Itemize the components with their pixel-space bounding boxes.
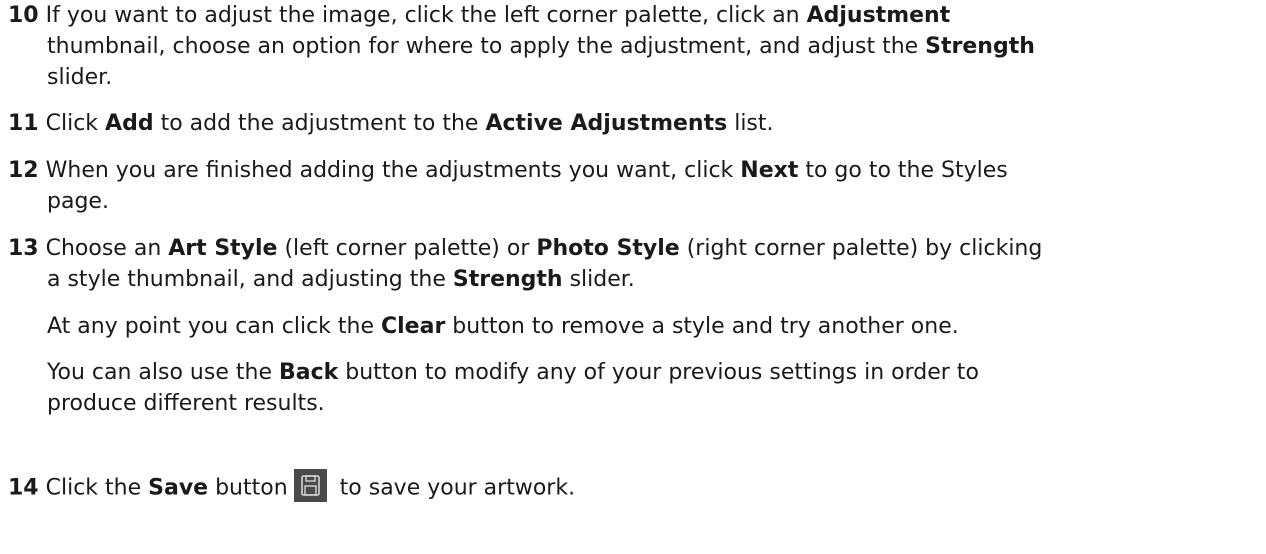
step-number: 13 bbox=[8, 236, 39, 261]
step-text: When you are finished adding the adjustm… bbox=[38, 158, 741, 183]
note-text: produce different results. bbox=[47, 391, 325, 416]
note-text: button to modify any of your previous se… bbox=[338, 360, 979, 385]
note-text: You can also use the bbox=[47, 360, 279, 385]
step-text: to add the adjustment to the bbox=[153, 111, 486, 136]
step-12: 12 When you are finished adding the adju… bbox=[8, 155, 1258, 217]
note-back: You can also use the Back button to modi… bbox=[47, 357, 1257, 419]
term-back: Back bbox=[278, 360, 339, 385]
step-continuation: a style thumbnail, and adjusting the Str… bbox=[8, 264, 1258, 295]
term-save: Save bbox=[148, 475, 209, 501]
step-number: 12 bbox=[8, 158, 39, 183]
step-text: (left corner palette) or bbox=[277, 236, 537, 261]
term-next: Next bbox=[740, 158, 799, 183]
step-13: 13 Choose an Art Style (left corner pale… bbox=[8, 233, 1258, 295]
step-continuation: slider. bbox=[8, 62, 1258, 93]
term-strength: Strength bbox=[452, 267, 563, 292]
step-continuation: thumbnail, choose an option for where to… bbox=[8, 31, 1258, 62]
step-text: a style thumbnail, and adjusting the bbox=[47, 267, 453, 292]
step-14: 14 Click the Save button to save your ar… bbox=[8, 469, 1258, 505]
step-text: page. bbox=[47, 189, 109, 214]
term-add: Add bbox=[105, 111, 154, 136]
note-clear: At any point you can click the Clear but… bbox=[47, 311, 1257, 342]
step-text: Click the bbox=[38, 475, 149, 501]
step-text: list. bbox=[727, 111, 774, 136]
term-art-style: Art Style bbox=[168, 236, 278, 261]
step-text: slider. bbox=[47, 65, 113, 90]
step-number: 14 bbox=[8, 475, 39, 501]
step-10: 10 If you want to adjust the image, clic… bbox=[8, 0, 1258, 93]
note-text: At any point you can click the bbox=[47, 314, 381, 339]
save-icon bbox=[293, 469, 327, 502]
step-text: to save your artwork. bbox=[332, 475, 576, 501]
instructions-document: 10 If you want to adjust the image, clic… bbox=[0, 0, 1266, 554]
step-continuation: page. bbox=[8, 186, 1258, 217]
term-active-adjustments: Active Adjustments bbox=[485, 111, 728, 136]
step-text: If you want to adjust the image, click t… bbox=[38, 3, 807, 28]
term-photo-style: Photo Style bbox=[536, 236, 680, 261]
note-text: button to remove a style and try another… bbox=[445, 314, 959, 339]
step-text: button bbox=[208, 475, 288, 501]
step-number: 11 bbox=[8, 111, 39, 136]
term-adjustment: Adjustment bbox=[806, 3, 951, 28]
step-text: slider. bbox=[562, 267, 635, 292]
step-11: 11 Click Add to add the adjustment to th… bbox=[8, 108, 1258, 139]
step-text: to go to the Styles bbox=[798, 158, 1008, 183]
term-strength: Strength bbox=[925, 34, 1035, 59]
step-text: Choose an bbox=[38, 236, 169, 261]
step-text: Click bbox=[38, 111, 106, 136]
step-number: 10 bbox=[8, 3, 39, 28]
term-clear: Clear bbox=[381, 314, 446, 339]
step-text: (right corner palette) by clicking bbox=[679, 236, 1043, 261]
step-text: thumbnail, choose an option for where to… bbox=[47, 34, 926, 59]
